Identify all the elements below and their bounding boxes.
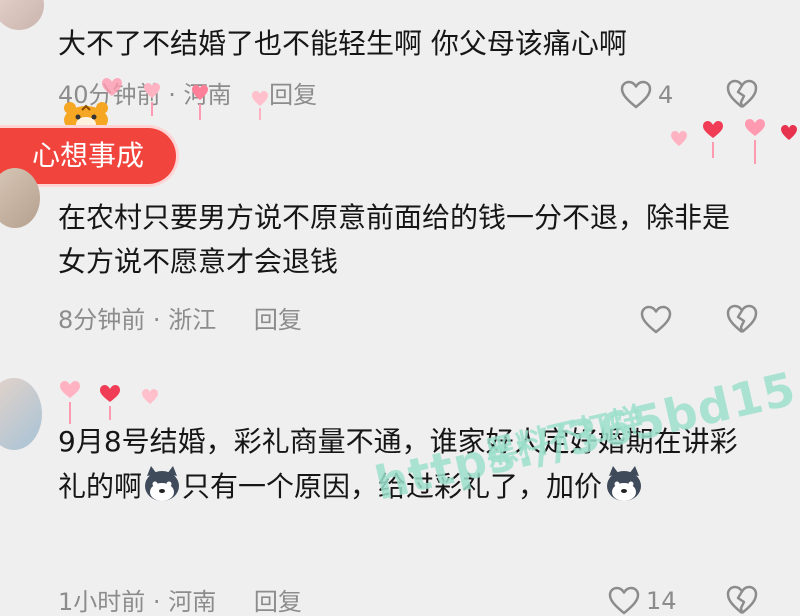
dislike-button[interactable] bbox=[725, 584, 759, 616]
meta-separator: · bbox=[152, 588, 161, 616]
broken-heart-icon bbox=[726, 585, 758, 614]
comment-list: 大不了不结婚了也不能轻生啊 你父母该痛心啊 40分钟前 · 河南 回复 4 心想… bbox=[0, 0, 800, 616]
comment-location: 河南 bbox=[168, 588, 217, 616]
broken-heart-icon bbox=[726, 304, 758, 333]
like-button[interactable]: 4 bbox=[620, 78, 673, 112]
husky-dog-emoji-icon bbox=[604, 464, 644, 504]
heart-outline-icon bbox=[620, 80, 652, 110]
comment-item: 在农村只要男方说不原意前面给的钱一分不退，除非是女方说不愿意才会退钱 8分钟前 … bbox=[0, 160, 800, 350]
avatar[interactable] bbox=[0, 0, 44, 30]
reply-button[interactable]: 回复 bbox=[254, 588, 302, 616]
avatar[interactable] bbox=[0, 168, 40, 228]
comment-text: 大不了不结婚了也不能轻生啊 你父母该痛心啊 bbox=[58, 27, 627, 60]
comment-meta: 8分钟前 · 浙江 回复 bbox=[58, 305, 302, 335]
floating-hearts-decoration bbox=[102, 78, 268, 120]
broken-heart-icon bbox=[726, 79, 758, 108]
reply-button[interactable]: 回复 bbox=[254, 306, 302, 334]
avatar[interactable] bbox=[0, 378, 42, 450]
husky-dog-emoji-icon bbox=[142, 464, 182, 504]
heart-outline-icon bbox=[608, 586, 640, 616]
comment-time: 8分钟前 bbox=[58, 306, 146, 334]
like-count: 14 bbox=[646, 587, 677, 615]
comment-location: 浙江 bbox=[168, 306, 217, 334]
like-count: 4 bbox=[658, 81, 674, 109]
heart-outline-icon bbox=[640, 305, 672, 335]
comment-text: 在农村只要男方说不原意前面给的钱一分不退，除非是女方说不愿意才会退钱 bbox=[58, 201, 731, 278]
like-button[interactable] bbox=[640, 303, 678, 337]
comment-meta: 1小时前 · 河南 回复 bbox=[58, 587, 302, 616]
like-button[interactable]: 14 bbox=[608, 584, 677, 616]
dislike-button[interactable] bbox=[725, 303, 759, 337]
meta-separator: · bbox=[152, 306, 161, 334]
dislike-button[interactable] bbox=[725, 78, 759, 112]
comment-time: 1小时前 bbox=[58, 588, 146, 616]
